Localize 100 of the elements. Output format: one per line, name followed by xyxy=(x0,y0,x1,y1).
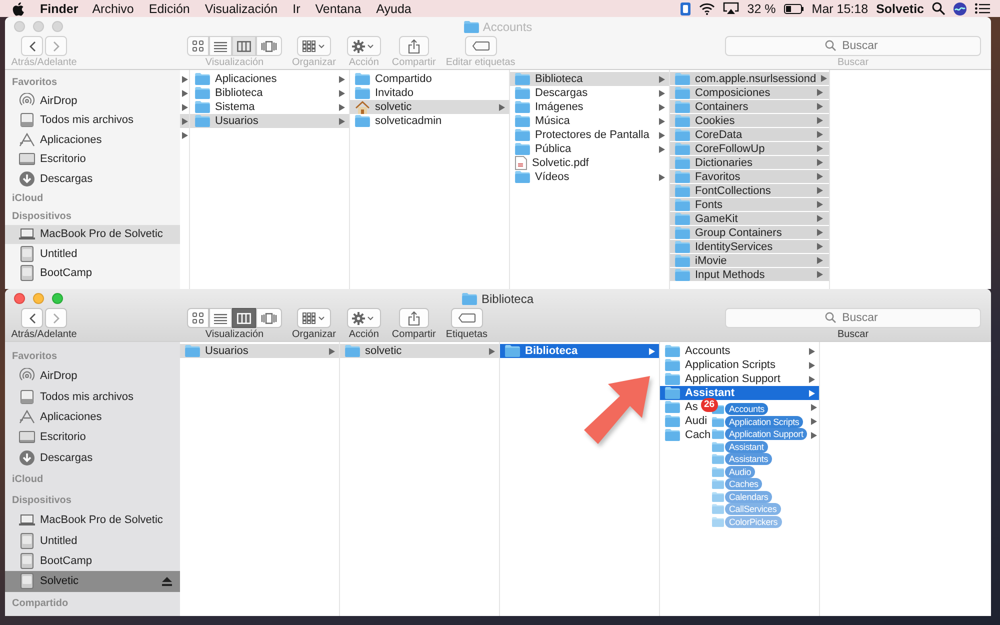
gear-caret-icon xyxy=(352,40,376,52)
dragged-item-label: Caches xyxy=(725,478,762,490)
siri-icon[interactable] xyxy=(953,2,967,16)
file-row[interactable]: Usuarios xyxy=(190,114,349,128)
view-mode-button[interactable] xyxy=(187,308,209,328)
file-row[interactable]: GameKit xyxy=(670,212,829,226)
folder-icon xyxy=(355,87,370,99)
folder-icon xyxy=(675,240,690,252)
menu-item[interactable]: Ventana xyxy=(315,2,362,16)
file-row[interactable]: FontCollections xyxy=(670,184,829,198)
folder-icon xyxy=(665,401,680,413)
file-row[interactable]: solvetic xyxy=(350,100,509,114)
file-row[interactable]: Composiciones xyxy=(670,86,829,100)
toolbar-label: Visualización xyxy=(205,329,264,340)
file-row[interactable]: Containers xyxy=(670,100,829,114)
menu-item[interactable]: Edición xyxy=(148,2,190,16)
view-mode-button[interactable] xyxy=(256,308,282,328)
file-row[interactable]: Biblioteca xyxy=(190,86,349,100)
view-mode-button[interactable] xyxy=(209,308,232,328)
app-status-icon[interactable] xyxy=(680,2,692,16)
sidebar-item[interactable]: Descargas xyxy=(5,448,180,468)
column-view-icon xyxy=(237,40,251,52)
share-button[interactable] xyxy=(398,308,429,328)
sidebar-item[interactable]: Todos mis archivos xyxy=(5,386,180,407)
chevron-left-icon xyxy=(28,40,36,52)
file-row[interactable]: iMovie xyxy=(670,254,829,268)
airplay-icon[interactable] xyxy=(723,2,740,15)
folder-icon xyxy=(675,198,690,210)
file-row[interactable] xyxy=(180,114,189,128)
file-row[interactable]: Pública xyxy=(510,142,669,156)
file-row[interactable]: Solvetic.pdf xyxy=(510,156,669,170)
view-mode-button[interactable] xyxy=(232,308,256,328)
file-row[interactable]: Sistema xyxy=(190,100,349,114)
file-row[interactable]: Application Support xyxy=(660,372,819,386)
folder-icon xyxy=(712,442,724,452)
menu-user-name[interactable]: Solvetic xyxy=(876,2,924,16)
wifi-icon[interactable] xyxy=(699,2,716,14)
file-row[interactable]: Fonts xyxy=(670,198,829,212)
sidebar-item[interactable]: Untitled xyxy=(5,530,180,551)
file-row[interactable]: CoreData xyxy=(670,128,829,142)
folder-icon xyxy=(185,345,200,357)
sidebar-item[interactable]: AirDrop xyxy=(5,366,180,386)
sidebar-item[interactable]: BootCamp xyxy=(5,550,180,572)
file-row[interactable]: IdentityServices xyxy=(670,240,829,254)
file-row[interactable]: solveticadmin xyxy=(350,114,509,128)
file-row[interactable]: Cookies xyxy=(670,114,829,128)
file-row[interactable]: Invitado xyxy=(350,86,509,100)
zoom-button[interactable] xyxy=(52,292,63,304)
menu-item[interactable]: Ir xyxy=(292,2,300,16)
file-row[interactable]: Input Methods xyxy=(670,268,829,282)
file-row[interactable]: Vídeos xyxy=(510,170,669,184)
search-icon[interactable] xyxy=(932,2,945,15)
sidebar-item[interactable]: Solvetic xyxy=(5,571,180,592)
folder-icon xyxy=(464,21,479,33)
file-row[interactable]: solvetic xyxy=(340,344,499,358)
file-row[interactable]: Protectores de Pantalla xyxy=(510,128,669,142)
back-button[interactable] xyxy=(21,308,43,328)
battery-percentage[interactable]: 32 % xyxy=(747,2,776,16)
share-icon xyxy=(408,310,420,326)
notification-list-icon[interactable] xyxy=(975,3,990,14)
file-row[interactable]: CoreFollowUp xyxy=(670,142,829,156)
apple-logo-icon[interactable] xyxy=(12,2,24,16)
folder-icon xyxy=(675,128,690,140)
arrange-button[interactable] xyxy=(296,308,331,328)
folder-icon xyxy=(712,492,724,502)
close-button[interactable] xyxy=(14,292,25,304)
folder-icon xyxy=(515,87,530,99)
file-row[interactable]: Música xyxy=(510,114,669,128)
file-row[interactable]: Descargas xyxy=(510,86,669,100)
menu-item[interactable]: Archivo xyxy=(92,2,134,16)
folder-icon xyxy=(675,212,690,224)
eject-icon[interactable] xyxy=(162,576,172,586)
folder-icon xyxy=(712,454,724,464)
menu-item[interactable]: Visualización xyxy=(204,2,278,16)
battery-icon[interactable] xyxy=(784,4,804,14)
file-row[interactable]: Biblioteca xyxy=(510,72,669,86)
file-row[interactable]: Group Containers xyxy=(670,226,829,240)
sidebar-item[interactable]: Aplicaciones xyxy=(5,406,180,428)
sidebar-item[interactable]: MacBook Pro de Solvetic xyxy=(5,510,180,530)
file-row[interactable]: Favoritos xyxy=(670,170,829,184)
file-row[interactable]: Assistant xyxy=(660,386,819,400)
file-row[interactable]: Biblioteca xyxy=(500,344,659,358)
folder-icon xyxy=(675,72,690,84)
file-row[interactable]: Imágenes xyxy=(510,100,669,114)
menu-clock[interactable]: Mar 15:18 xyxy=(812,2,868,16)
action-button[interactable] xyxy=(346,308,381,328)
file-row[interactable]: Compartido xyxy=(350,72,509,86)
file-row[interactable]: Usuarios xyxy=(180,344,339,358)
sidebar-item[interactable]: Escritorio xyxy=(5,427,180,448)
tags-button[interactable] xyxy=(450,308,483,328)
file-row[interactable]: Accounts xyxy=(660,344,819,358)
folder-icon xyxy=(712,429,724,440)
menu-app-name[interactable]: Finder xyxy=(40,2,78,16)
file-row[interactable]: Aplicaciones xyxy=(190,72,349,86)
menu-item[interactable]: Ayuda xyxy=(376,2,412,16)
folder-icon xyxy=(515,73,530,85)
file-row[interactable]: Dictionaries xyxy=(670,156,829,170)
file-row[interactable]: com.apple.nsurlsessiond xyxy=(670,72,829,86)
search-field[interactable]: Buscar xyxy=(725,308,981,328)
file-row[interactable]: Application Scripts xyxy=(660,358,819,372)
